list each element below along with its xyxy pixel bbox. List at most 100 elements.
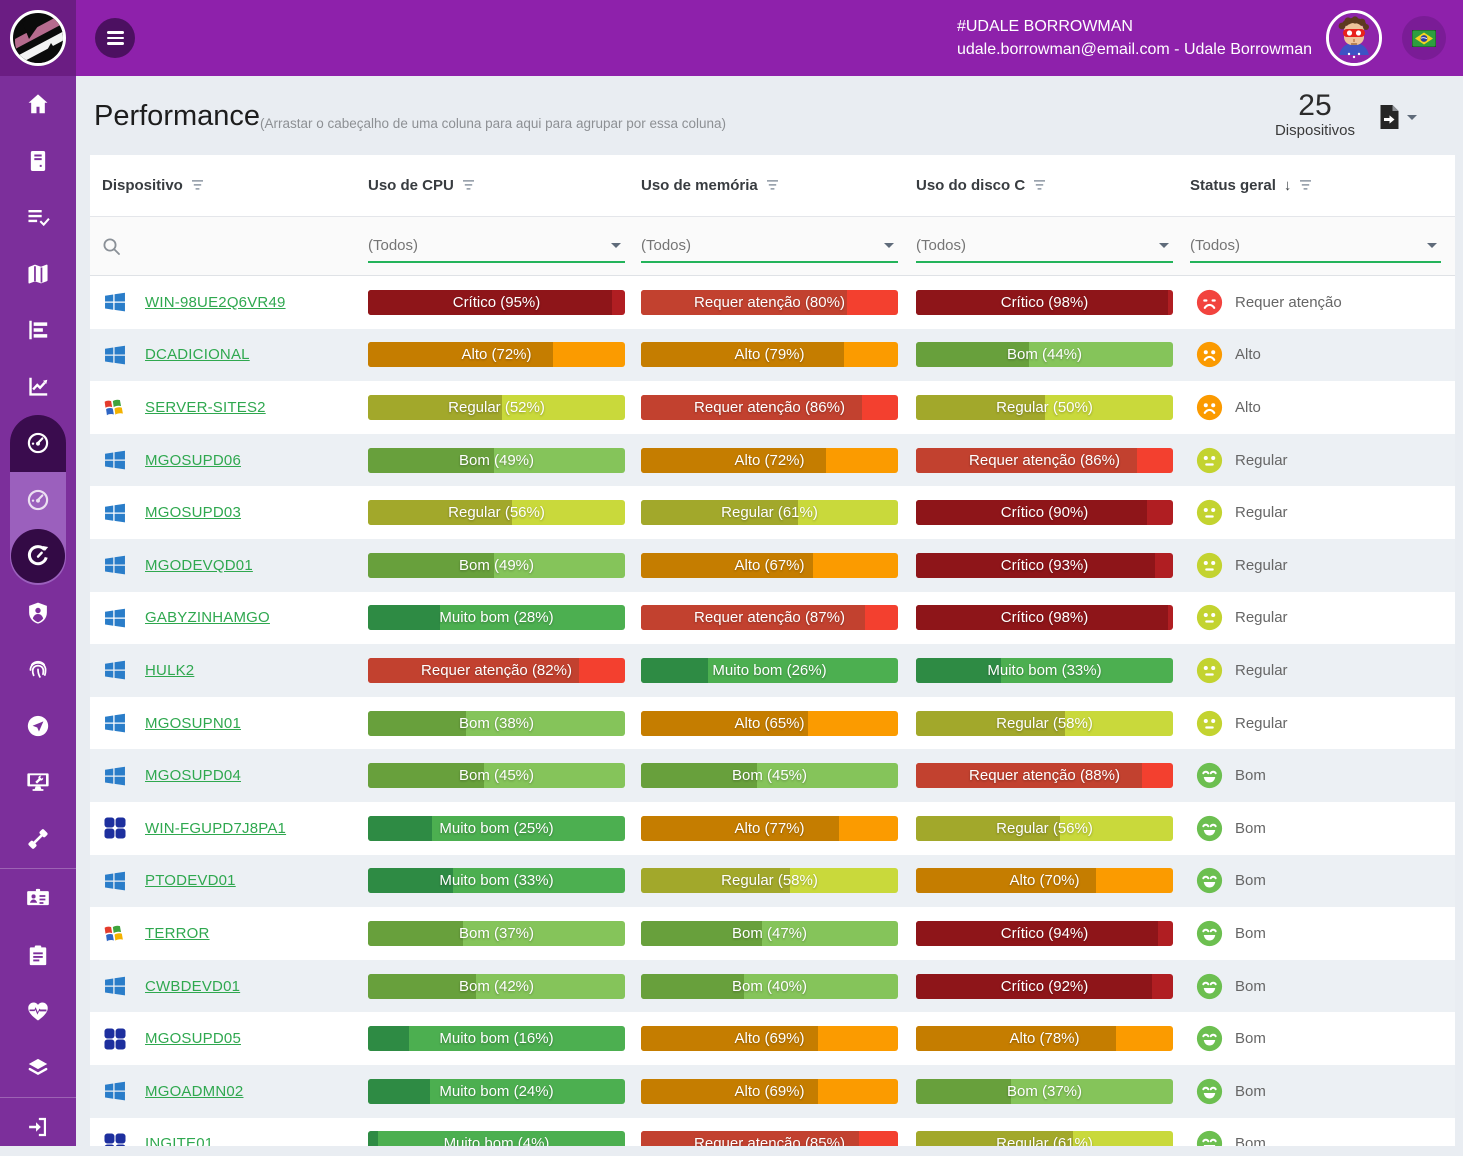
sidebar-item-line-chart[interactable] (0, 359, 76, 416)
device-link[interactable]: MGODEVQD01 (145, 557, 253, 574)
sidebar-item-heart-pulse[interactable] (0, 983, 76, 1040)
device-cell: SERVER-SITES2 (90, 394, 368, 420)
sidebar-item-id-card[interactable] (0, 870, 76, 927)
device-link[interactable]: WIN-FGUPD7J8PA1 (145, 820, 286, 837)
filter-icon[interactable] (1033, 180, 1046, 191)
memory-usage-bar-label: Bom (45%) (641, 763, 898, 788)
device-link[interactable]: GABYZINHAMGO (145, 609, 270, 626)
sidebar-item-remote-desktop[interactable] (0, 754, 76, 811)
cpu-usage-bar: Alto (72%) (368, 342, 625, 367)
filter-icon[interactable] (1299, 180, 1312, 191)
sidebar-item-layers[interactable] (0, 1040, 76, 1097)
filter-icon[interactable] (766, 180, 779, 191)
column-header[interactable]: Uso de CPU (368, 177, 641, 194)
menu-toggle-button[interactable] (95, 18, 135, 58)
device-cell: GABYZINHAMGO (90, 605, 368, 631)
device-link[interactable]: CWBDEVD01 (145, 978, 240, 995)
sidebar-item-disk-gauge[interactable] (10, 528, 66, 585)
sidebar-item-logout[interactable] (0, 1099, 76, 1156)
disk-cell: Requer atenção (88%) (916, 763, 1190, 788)
device-link[interactable]: HULK2 (145, 662, 194, 679)
column-3: Uso do disco C (916, 177, 1190, 194)
disk-usage-bar-label: Alto (78%) (916, 1026, 1173, 1051)
sidebar-item-home[interactable] (0, 76, 76, 133)
device-link[interactable]: MGOSUPD03 (145, 504, 241, 521)
column-header[interactable]: Status geral↓ (1190, 177, 1312, 194)
device-cell: WIN-98UE2Q6VR49 (90, 289, 368, 315)
disk-cell: Crítico (92%) (916, 974, 1190, 999)
disk-cell: Regular (50%) (916, 395, 1190, 420)
device-link[interactable]: MGOSUPN01 (145, 715, 241, 732)
device-link[interactable]: PTODEVD01 (145, 872, 236, 889)
cpu-usage-bar-label: Regular (56%) (368, 500, 625, 525)
memory-usage-bar: Alto (69%) (641, 1026, 898, 1051)
filter-dropdown[interactable]: (Todos) (1190, 229, 1441, 263)
os-win-classic-icon (102, 920, 128, 946)
sidebar-item-gauge[interactable] (10, 415, 66, 472)
device-link[interactable]: MGOSUPD04 (145, 767, 241, 784)
language-button[interactable] (1402, 16, 1446, 60)
sort-desc-icon[interactable]: ↓ (1284, 177, 1292, 194)
memory-cell: Requer atenção (80%) (641, 290, 916, 315)
cpu-cell: Bom (38%) (368, 711, 641, 736)
filter-dropdown[interactable]: (Todos) (641, 229, 898, 263)
sidebar-item-map[interactable] (0, 246, 76, 303)
column-header[interactable]: Uso do disco C (916, 177, 1190, 194)
disk-usage-bar: Bom (37%) (916, 1079, 1173, 1104)
table-row: INGITE01Muito bom (4%)Requer atenção (85… (90, 1118, 1455, 1147)
table-filter-row: (Todos) (Todos) (Todos) (Todos) (90, 217, 1455, 276)
filter-dropdown[interactable]: (Todos) (916, 229, 1173, 263)
sidebar-item-clipboard[interactable] (0, 927, 76, 984)
memory-usage-bar: Requer atenção (80%) (641, 290, 898, 315)
memory-cell: Requer atenção (86%) (641, 395, 916, 420)
sidebar-item-gauge-sub[interactable] (10, 472, 66, 529)
sidebar-item-fingerprint[interactable] (0, 641, 76, 698)
status-label: Bom (1235, 925, 1266, 942)
os-win-flat-icon (102, 552, 128, 578)
status-cell: Regular (1190, 552, 1455, 579)
sidebar-item-list-check[interactable] (0, 189, 76, 246)
disk-usage-bar-label: Requer atenção (86%) (916, 448, 1173, 473)
device-link[interactable]: TERROR (145, 925, 210, 942)
status-cell: Alto (1190, 394, 1455, 421)
app-logo-icon[interactable] (10, 10, 66, 66)
cpu-usage-bar-label: Regular (52%) (368, 395, 625, 420)
device-link[interactable]: MGOSUPD05 (145, 1030, 241, 1047)
device-search-input[interactable] (129, 237, 313, 256)
sidebar-item-bar-chart[interactable] (0, 302, 76, 359)
device-link[interactable]: DCADICIONAL (145, 346, 250, 363)
device-link[interactable]: SERVER-SITES2 (145, 399, 266, 416)
status-label: Regular (1235, 715, 1288, 732)
status-emoji-icon (1196, 499, 1223, 526)
device-link[interactable]: WIN-98UE2Q6VR49 (145, 294, 286, 311)
device-link[interactable]: MGOADMN02 (145, 1083, 243, 1100)
user-avatar[interactable] (1326, 10, 1382, 66)
filter-icon[interactable] (191, 180, 204, 191)
sidebar-item-user-shield[interactable] (0, 585, 76, 642)
device-link[interactable]: INGITE01 (145, 1135, 213, 1146)
memory-usage-bar: Alto (69%) (641, 1079, 898, 1104)
cpu-usage-bar-label: Bom (42%) (368, 974, 625, 999)
table-row: MGOSUPD03Regular (56%)Regular (61%)Críti… (90, 486, 1455, 539)
filter-dropdown-value: (Todos) (916, 237, 966, 254)
memory-cell: Bom (45%) (641, 763, 916, 788)
dropdown-caret-icon (1427, 243, 1437, 248)
filter-icon[interactable] (462, 180, 475, 191)
cpu-usage-bar-label: Muito bom (25%) (368, 816, 625, 841)
column-header[interactable]: Uso de memória (641, 177, 916, 194)
status-label: Bom (1235, 767, 1266, 784)
device-link[interactable]: MGOSUPD06 (145, 452, 241, 469)
cpu-usage-bar: Bom (49%) (368, 553, 625, 578)
cpu-cell: Muito bom (25%) (368, 816, 641, 841)
search-icon (102, 237, 121, 256)
sidebar-item-send[interactable] (0, 698, 76, 755)
memory-usage-bar-label: Alto (72%) (641, 448, 898, 473)
cpu-usage-bar: Muito bom (33%) (368, 868, 625, 893)
sidebar-item-usb[interactable] (0, 811, 76, 868)
sidebar-item-server[interactable] (0, 133, 76, 190)
disk-cell: Alto (78%) (916, 1026, 1190, 1051)
export-button[interactable] (1379, 104, 1417, 130)
column-header[interactable]: Dispositivo (102, 177, 368, 194)
filter-dropdown[interactable]: (Todos) (368, 229, 625, 263)
filter-dropdown-value: (Todos) (368, 237, 418, 254)
